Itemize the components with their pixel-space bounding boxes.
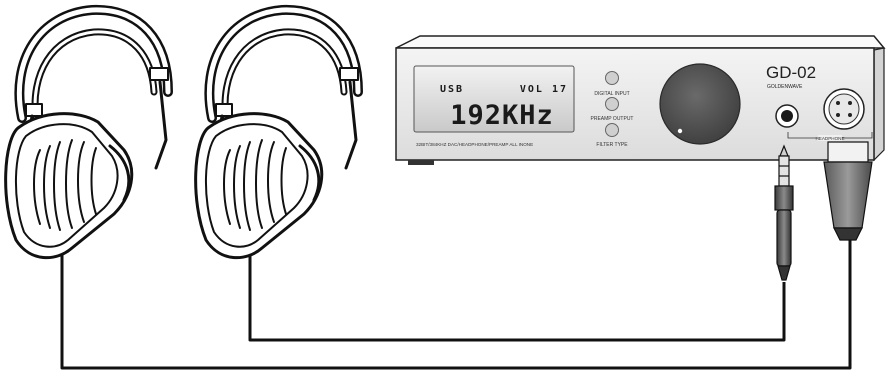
- foot-left: [408, 160, 434, 165]
- headphone-label: HEADPHONE: [815, 136, 844, 141]
- brand-name: GOLDENWAVE: [767, 84, 803, 90]
- lcd-sample-rate: 192KHz: [450, 100, 554, 131]
- lcd-source: USB: [440, 84, 464, 95]
- filter-type-button[interactable]: [605, 123, 619, 137]
- device-description: 32BIT/384KHZ DAC/HEADPHONE/PREAMP ALL IN…: [416, 142, 533, 147]
- volume-knob-indicator: [677, 128, 683, 134]
- digital-input-button[interactable]: [605, 71, 619, 85]
- dac-side-face: [873, 47, 885, 162]
- cables: [60, 236, 852, 370]
- plug-6-35mm: [774, 144, 794, 281]
- headphones-left: [4, 4, 173, 260]
- filter-type-label: FILTER TYPE: [596, 142, 628, 148]
- dac-unit: USB VOL 17 192KHz 32BIT/384KHZ DAC/HEADP…: [395, 35, 886, 165]
- digital-input-label: DIGITAL INPUT: [594, 91, 629, 97]
- plug-xlr: [823, 141, 873, 241]
- model-name: GD-02: [766, 63, 816, 82]
- headphones-right: [194, 4, 363, 260]
- cable-xlr: [60, 238, 852, 370]
- lcd-volume: VOL 17: [520, 84, 568, 95]
- preamp-output-label: PREAMP OUTPUT: [591, 116, 634, 122]
- volume-knob[interactable]: [659, 63, 741, 145]
- headphone-connection-diagram: USB VOL 17 192KHz 32BIT/384KHZ DAC/HEADP…: [4, 4, 886, 370]
- cable-jack: [248, 236, 786, 342]
- dac-top-face: [395, 35, 886, 49]
- preamp-output-button[interactable]: [605, 97, 619, 111]
